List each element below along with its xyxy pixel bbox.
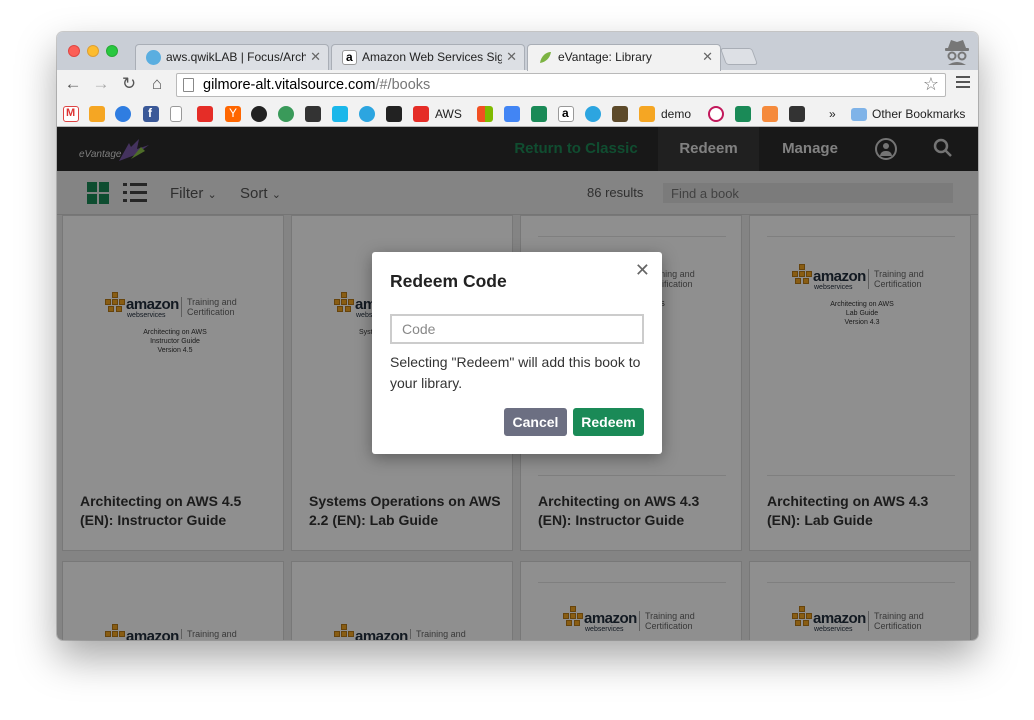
address-bar[interactable]: gilmore-alt.vitalsource.com/#/books ☆: [176, 73, 946, 97]
tab-label: eVantage: Library: [558, 50, 652, 64]
close-tab-icon[interactable]: ✕: [310, 49, 321, 65]
bookmarks-overflow-button[interactable]: »: [829, 107, 836, 121]
blank-page-icon[interactable]: [170, 106, 182, 122]
window-close-button[interactable]: [68, 45, 80, 57]
other-bookmarks-label[interactable]: Other Bookmarks: [872, 107, 965, 121]
gmail-icon[interactable]: M: [63, 106, 79, 122]
refresh-app-icon[interactable]: [115, 106, 131, 122]
bookmark-demo-label[interactable]: demo: [661, 107, 691, 121]
microsoft-icon[interactable]: [477, 106, 493, 122]
flag-icon[interactable]: [386, 106, 402, 122]
dialog-message: Selecting "Redeem" will add this book to…: [390, 354, 641, 391]
home-icon[interactable]: ⌂: [147, 74, 167, 94]
cloud-icon: [146, 50, 161, 65]
reload-icon[interactable]: ↻: [119, 74, 139, 94]
speech-bubble-icon[interactable]: [708, 106, 724, 122]
youtube-aws-icon[interactable]: [413, 106, 429, 122]
url-text[interactable]: gilmore-alt.vitalsource.com/#/books: [203, 77, 430, 93]
new-tab-button[interactable]: [719, 48, 759, 65]
close-icon[interactable]: ✕: [635, 260, 650, 281]
app-content: eVantage Return to Classic Redeem Manage: [57, 127, 978, 640]
bookmarks-bar: M f Y AWS a demo » Other Bookmarks: [57, 101, 978, 127]
telegram-icon-2[interactable]: [585, 106, 601, 122]
back-icon[interactable]: ←: [63, 74, 83, 94]
redeem-button[interactable]: Redeem: [573, 408, 644, 436]
github-icon[interactable]: [251, 106, 267, 122]
server-icon[interactable]: [789, 106, 805, 122]
vimeo-icon[interactable]: [332, 106, 348, 122]
green-square-icon[interactable]: [531, 106, 547, 122]
tab-label: Amazon Web Services Sign: [362, 50, 502, 64]
close-tab-icon[interactable]: ✕: [506, 49, 517, 65]
folder-icon[interactable]: [851, 108, 867, 121]
orange-square-icon[interactable]: [762, 106, 778, 122]
redeem-code-input[interactable]: [390, 314, 644, 344]
bookmark-aws-label[interactable]: AWS: [435, 107, 462, 121]
browser-toolbar: ← → ↻ ⌂ gilmore-alt.vitalsource.com/#/bo…: [57, 70, 978, 101]
green-square-icon-2[interactable]: [735, 106, 751, 122]
hacker-news-icon[interactable]: Y: [225, 106, 241, 122]
tab-qwiklab[interactable]: aws.qwikLAB | Focus/Archi ✕: [135, 44, 329, 71]
translate-icon[interactable]: [504, 106, 520, 122]
green-circle-icon[interactable]: [278, 106, 294, 122]
browser-menu-icon[interactable]: [956, 76, 970, 91]
aws-box-icon[interactable]: [89, 106, 105, 122]
tab-label: aws.qwikLAB | Focus/Archi: [166, 50, 306, 64]
dialog-title: Redeem Code: [390, 271, 507, 291]
tab-strip: aws.qwikLAB | Focus/Archi ✕ a Amazon Web…: [57, 32, 978, 71]
youtube-icon[interactable]: [197, 106, 213, 122]
browser-window: aws.qwikLAB | Focus/Archi ✕ a Amazon Web…: [57, 32, 978, 640]
forward-icon[interactable]: →: [91, 74, 111, 94]
telegram-icon[interactable]: [359, 106, 375, 122]
amazon-bookmark-icon[interactable]: a: [558, 106, 574, 122]
tab-aws-signin[interactable]: a Amazon Web Services Sign ✕: [331, 44, 525, 71]
tab-evantage-library[interactable]: eVantage: Library ✕: [527, 44, 721, 71]
cancel-button[interactable]: Cancel: [504, 408, 567, 436]
amazon-icon: a: [342, 50, 357, 65]
minecraft-icon[interactable]: [612, 106, 628, 122]
close-tab-icon[interactable]: ✕: [702, 49, 713, 65]
incognito-icon: [942, 37, 972, 65]
aws-box-icon-2[interactable]: [639, 106, 655, 122]
facebook-icon[interactable]: f: [143, 106, 159, 122]
window-minimize-button[interactable]: [87, 45, 99, 57]
window-maximize-button[interactable]: [106, 45, 118, 57]
ipt-icon[interactable]: [305, 106, 321, 122]
leaf-icon: [538, 50, 553, 65]
page-icon: [183, 78, 194, 92]
redeem-code-dialog: Redeem Code ✕ Selecting "Redeem" will ad…: [372, 252, 662, 454]
bookmark-star-icon[interactable]: ☆: [923, 74, 939, 95]
